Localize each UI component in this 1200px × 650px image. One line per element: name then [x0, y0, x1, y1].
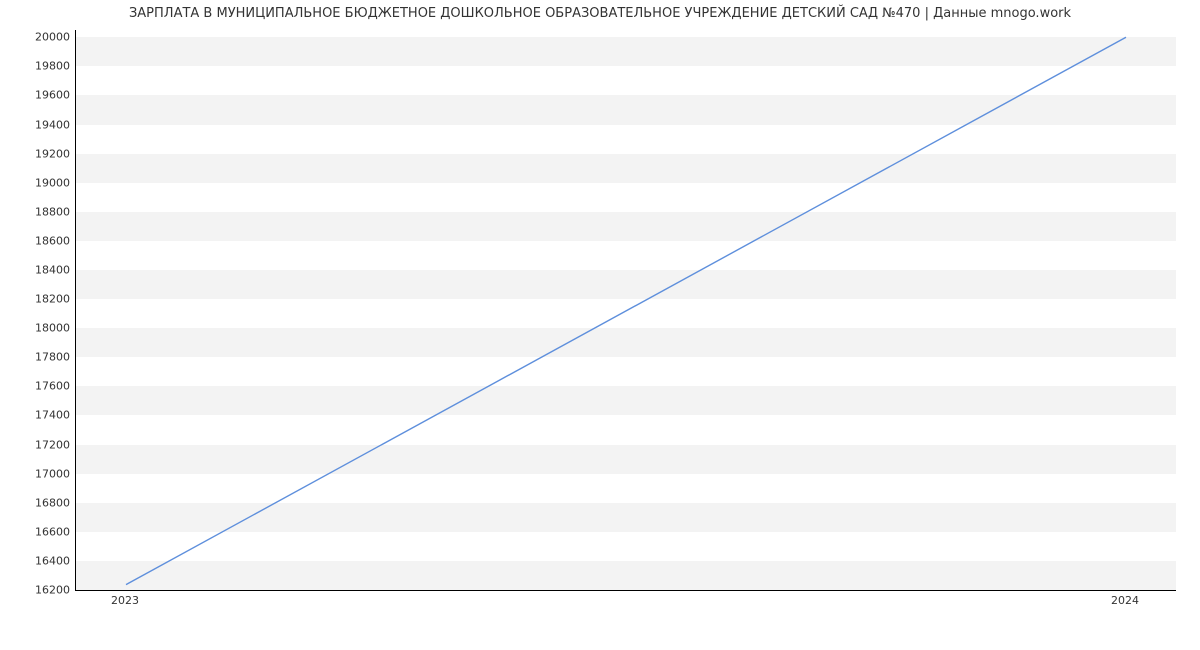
y-tick-label: 18000	[10, 322, 70, 335]
y-tick-label: 16800	[10, 496, 70, 509]
y-tick-label: 17200	[10, 438, 70, 451]
y-tick-label: 17800	[10, 351, 70, 364]
y-tick-label: 17400	[10, 409, 70, 422]
plot-area	[75, 30, 1176, 591]
y-tick-label: 19000	[10, 176, 70, 189]
y-tick-label: 18800	[10, 205, 70, 218]
line-series	[76, 30, 1176, 590]
y-tick-label: 18600	[10, 234, 70, 247]
y-tick-label: 19200	[10, 147, 70, 160]
y-tick-label: 17000	[10, 467, 70, 480]
y-tick-label: 19600	[10, 89, 70, 102]
y-tick-label: 18200	[10, 293, 70, 306]
y-tick-label: 16600	[10, 525, 70, 538]
y-tick-label: 17600	[10, 380, 70, 393]
chart: ЗАРПЛАТА В МУНИЦИПАЛЬНОЕ БЮДЖЕТНОЕ ДОШКО…	[0, 0, 1200, 630]
y-tick-label: 16200	[10, 584, 70, 597]
y-tick-label: 18400	[10, 264, 70, 277]
y-tick-label: 19400	[10, 118, 70, 131]
x-tick-label: 2023	[111, 594, 139, 607]
y-tick-label: 20000	[10, 31, 70, 44]
chart-title: ЗАРПЛАТА В МУНИЦИПАЛЬНОЕ БЮДЖЕТНОЕ ДОШКО…	[0, 6, 1200, 21]
y-tick-label: 19800	[10, 60, 70, 73]
y-tick-label: 16400	[10, 554, 70, 567]
x-tick-label: 2024	[1111, 594, 1139, 607]
series-line	[126, 37, 1126, 584]
